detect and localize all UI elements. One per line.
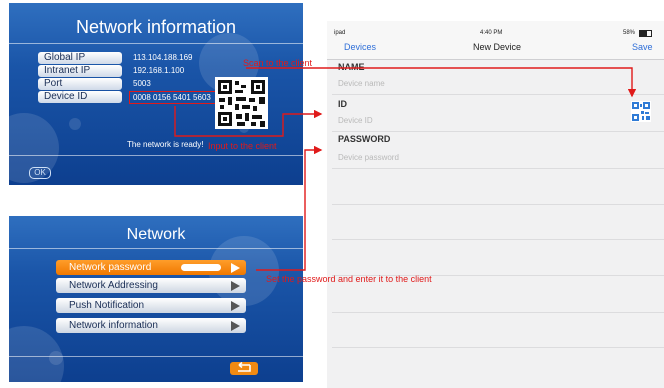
annotation-arrows bbox=[174, 67, 637, 271]
password-annotation: Set the password and enter it to the cli… bbox=[266, 274, 432, 284]
input-annotation: Input to the client bbox=[208, 141, 277, 151]
scan-annotation: Scan to the client bbox=[243, 58, 313, 68]
